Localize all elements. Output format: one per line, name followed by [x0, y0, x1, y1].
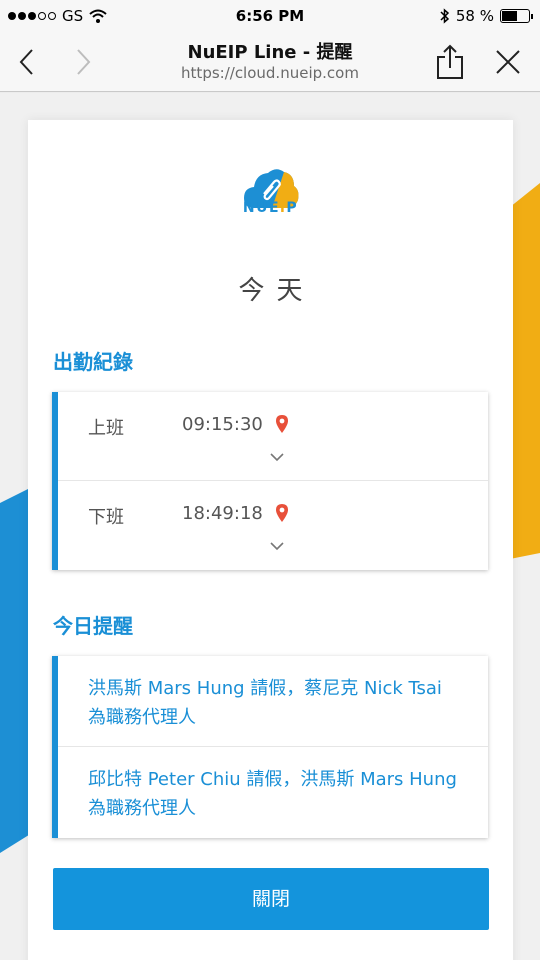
reminders-title: 今日提醒 — [53, 614, 133, 638]
record-label: 上班 — [88, 418, 124, 439]
attendance-title: 出勤紀錄 — [53, 350, 133, 374]
close-button[interactable]: 關閉 — [53, 868, 489, 930]
attendance-panel: 上班 09:15:30 下班 18:49:18 — [52, 392, 488, 570]
close-icon — [496, 50, 520, 74]
reminder-card: NUEiP 今天 出勤紀錄 上班 09:15:30 下班 18:49:18 今日… — [28, 120, 513, 960]
attendance-record-out[interactable]: 下班 18:49:18 — [58, 481, 488, 570]
chevron-down-icon[interactable] — [270, 541, 284, 551]
today-heading: 今天 — [238, 276, 315, 306]
logo-text: NUEiP — [242, 200, 299, 216]
record-label: 下班 — [88, 507, 124, 528]
chevron-down-icon[interactable] — [270, 452, 284, 462]
attendance-record-in[interactable]: 上班 09:15:30 — [58, 392, 488, 481]
bluetooth-icon — [440, 8, 449, 24]
status-bar: GS 6:56 PM 58 % — [0, 0, 540, 34]
location-pin-icon[interactable] — [274, 503, 290, 523]
browser-nav-bar: NuEIP Line - 提醒 https://cloud.nueip.com — [0, 34, 540, 92]
location-pin-icon[interactable] — [274, 414, 290, 434]
close-browser-button[interactable] — [488, 42, 528, 82]
battery-level — [502, 11, 517, 21]
reminder-item: 邱比特 Peter Chiu 請假，洪馬斯 Mars Hung 為職務代理人 — [88, 769, 457, 819]
record-time: 18:49:18 — [182, 503, 263, 524]
reminders-panel: 洪馬斯 Mars Hung 請假，蔡尼克 Nick Tsai 為職務代理人 邱比… — [52, 656, 488, 838]
battery-icon — [500, 9, 533, 23]
status-right: 58 % — [440, 7, 533, 25]
share-button[interactable] — [430, 42, 470, 82]
battery-percent: 58 % — [455, 7, 494, 25]
record-time: 09:15:30 — [182, 414, 263, 435]
reminder-item: 洪馬斯 Mars Hung 請假，蔡尼克 Nick Tsai 為職務代理人 — [58, 656, 488, 747]
share-icon — [437, 44, 463, 79]
